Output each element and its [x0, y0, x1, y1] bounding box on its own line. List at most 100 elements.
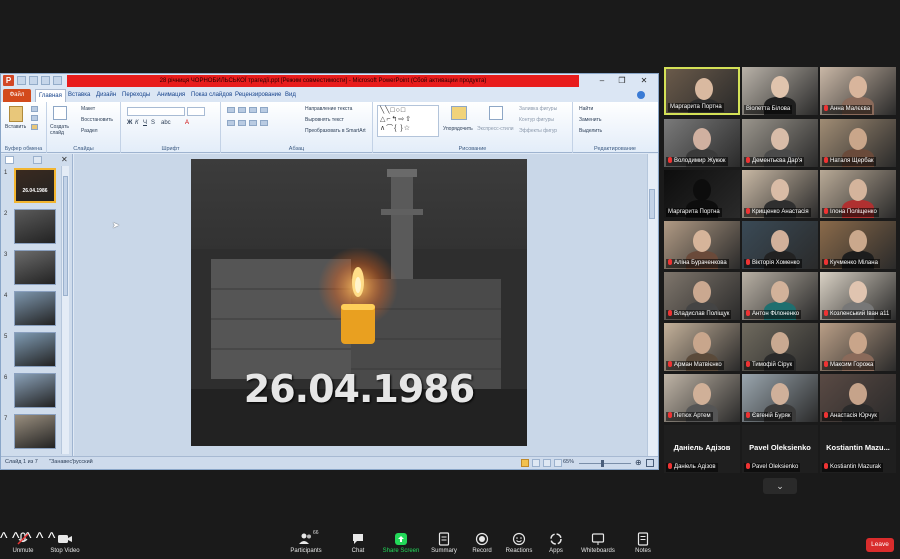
participant-tile[interactable]: Максим Горожа: [820, 323, 896, 371]
align-center-icon[interactable]: [238, 120, 246, 126]
paste-button[interactable]: Вставить: [5, 124, 26, 130]
panel-scroll-thumb[interactable]: [63, 176, 68, 296]
shape-outline-button[interactable]: Контур фигуры: [519, 117, 554, 123]
quick-styles-icon[interactable]: [489, 106, 503, 120]
tab-animation[interactable]: Анимация: [154, 89, 188, 102]
outdent-icon[interactable]: [260, 107, 268, 113]
zoom-slider[interactable]: [579, 463, 631, 464]
record-button[interactable]: Record: [468, 532, 496, 559]
text-direction-button[interactable]: Направление текста: [305, 106, 352, 112]
slide-thumbnail[interactable]: [14, 291, 56, 326]
format-painter-icon[interactable]: [31, 124, 38, 130]
unmute-button[interactable]: Unmute: [8, 532, 38, 559]
participant-tile[interactable]: Петюх Артем: [664, 374, 740, 422]
help-icon[interactable]: [637, 91, 645, 99]
participant-tile[interactable]: Анна Малєєва: [820, 67, 896, 115]
canvas-scroll-thumb[interactable]: [649, 189, 655, 219]
slide-thumbnail[interactable]: [14, 414, 56, 449]
arrange-icon[interactable]: [451, 106, 467, 120]
quick-access-icon[interactable]: [53, 76, 62, 85]
bold-icon[interactable]: Ж: [127, 120, 132, 126]
indent-icon[interactable]: [249, 107, 257, 113]
participant-tile[interactable]: Маргарита Портна: [664, 67, 740, 115]
tab-home[interactable]: Главная: [35, 89, 66, 102]
justify-icon[interactable]: [260, 120, 268, 126]
align-right-icon[interactable]: [249, 120, 257, 126]
layout-button[interactable]: Макет: [81, 106, 95, 112]
participant-tile[interactable]: Козленський Іван а11: [820, 272, 896, 320]
arrange-button[interactable]: Упорядочить: [443, 126, 473, 132]
shapes-gallery[interactable]: ╲╲□○□ △⌐↰⇨⇧ ∧⌒{ }☆: [377, 105, 439, 137]
strikethrough-icon[interactable]: abc: [161, 120, 171, 126]
shadow-icon[interactable]: S: [151, 120, 155, 126]
participant-tile[interactable]: Вікторія Хоменко: [742, 221, 818, 269]
copy-icon[interactable]: [31, 115, 38, 121]
align-left-icon[interactable]: [227, 120, 235, 126]
slides-tab[interactable]: [5, 156, 14, 164]
close-icon[interactable]: ✕: [633, 74, 655, 88]
participant-tile[interactable]: Маргарита Портна: [664, 170, 740, 218]
numbering-icon[interactable]: [238, 107, 246, 113]
participant-tile[interactable]: Наталя Щербак: [820, 119, 896, 167]
tab-view[interactable]: Вид: [282, 89, 299, 102]
participant-tile[interactable]: Антон Філоненко: [742, 272, 818, 320]
reading-view-icon[interactable]: [543, 459, 551, 467]
stop-video-button[interactable]: Stop Video: [48, 532, 82, 559]
reactions-button[interactable]: Reactions: [504, 532, 534, 559]
quick-styles-button[interactable]: Экспресс-стили: [477, 126, 514, 132]
replace-button[interactable]: Заменить: [579, 117, 601, 123]
participant-tile[interactable]: Крищенко Анастасія: [742, 170, 818, 218]
participant-tile[interactable]: Аліна Бураченкова: [664, 221, 740, 269]
paste-icon[interactable]: [9, 106, 23, 122]
participant-tile[interactable]: Даніель Адізов Даніель Адізов: [664, 425, 740, 473]
chat-button[interactable]: Chat: [344, 532, 372, 559]
tab-insert[interactable]: Вставка: [65, 89, 93, 102]
slide-thumbnail[interactable]: [14, 250, 56, 285]
participant-tile[interactable]: Владислав Поліщук: [664, 272, 740, 320]
underline-icon[interactable]: Ч: [143, 120, 147, 126]
minimize-icon[interactable]: –: [591, 74, 613, 88]
new-slide-icon[interactable]: [53, 106, 67, 120]
whiteboards-button[interactable]: Whiteboards: [578, 532, 618, 559]
participant-tile[interactable]: Pavel Oleksienko Pavel Oleksienko: [742, 425, 818, 473]
shape-fill-button[interactable]: Заливка фигуры: [519, 106, 557, 112]
align-text-button[interactable]: Выровнять текст: [305, 117, 344, 123]
slide-thumbnail[interactable]: 26.04.1986: [14, 168, 56, 203]
tab-transitions[interactable]: Переходы: [119, 89, 153, 102]
summary-button[interactable]: Summary: [428, 532, 460, 559]
participant-tile[interactable]: Анастасія Юрчук: [820, 374, 896, 422]
slideshow-view-icon[interactable]: [554, 459, 562, 467]
notes-button[interactable]: Notes: [630, 532, 656, 559]
sorter-view-icon[interactable]: [532, 459, 540, 467]
bullets-icon[interactable]: [227, 107, 235, 113]
normal-view-icon[interactable]: [521, 459, 529, 467]
fit-slide-icon[interactable]: [646, 459, 654, 467]
participant-tile[interactable]: Віолетта Білова: [742, 67, 818, 115]
slide-thumbnail[interactable]: [14, 373, 56, 408]
maximize-icon[interactable]: ❐: [611, 74, 633, 88]
apps-button[interactable]: Apps: [544, 532, 568, 559]
participant-tile[interactable]: Дементьєва Дар'я: [742, 119, 818, 167]
font-size-field[interactable]: [187, 107, 205, 116]
save-icon[interactable]: [17, 76, 26, 85]
leave-button[interactable]: Leave: [866, 538, 894, 552]
current-slide[interactable]: 26.04.1986: [191, 159, 527, 446]
slide-thumbnail[interactable]: [14, 209, 56, 244]
audio-options-caret-icon[interactable]: ^: [0, 530, 8, 547]
undo-icon[interactable]: [29, 76, 38, 85]
canvas-scrollbar[interactable]: [647, 154, 657, 456]
font-name-field[interactable]: [127, 107, 185, 116]
participant-tile[interactable]: Тимофій Сірук: [742, 323, 818, 371]
tab-review[interactable]: Рецензирование: [232, 89, 284, 102]
find-button[interactable]: Найти: [579, 106, 593, 112]
participant-tile[interactable]: Євгеній Буряк: [742, 374, 818, 422]
participant-tile[interactable]: Володимир Жукюк: [664, 119, 740, 167]
italic-icon[interactable]: К: [135, 120, 139, 126]
redo-icon[interactable]: [41, 76, 50, 85]
participants-button[interactable]: Participants: [288, 532, 324, 559]
tab-file[interactable]: Файл: [3, 89, 31, 102]
participant-tile[interactable]: Кучменко Мілана: [820, 221, 896, 269]
shape-effects-button[interactable]: Эффекты фигур: [519, 128, 557, 134]
tab-design[interactable]: Дизайн: [93, 89, 119, 102]
participant-tile[interactable]: Kostiantin Mazu... Kostiantin Mazurak: [820, 425, 896, 473]
